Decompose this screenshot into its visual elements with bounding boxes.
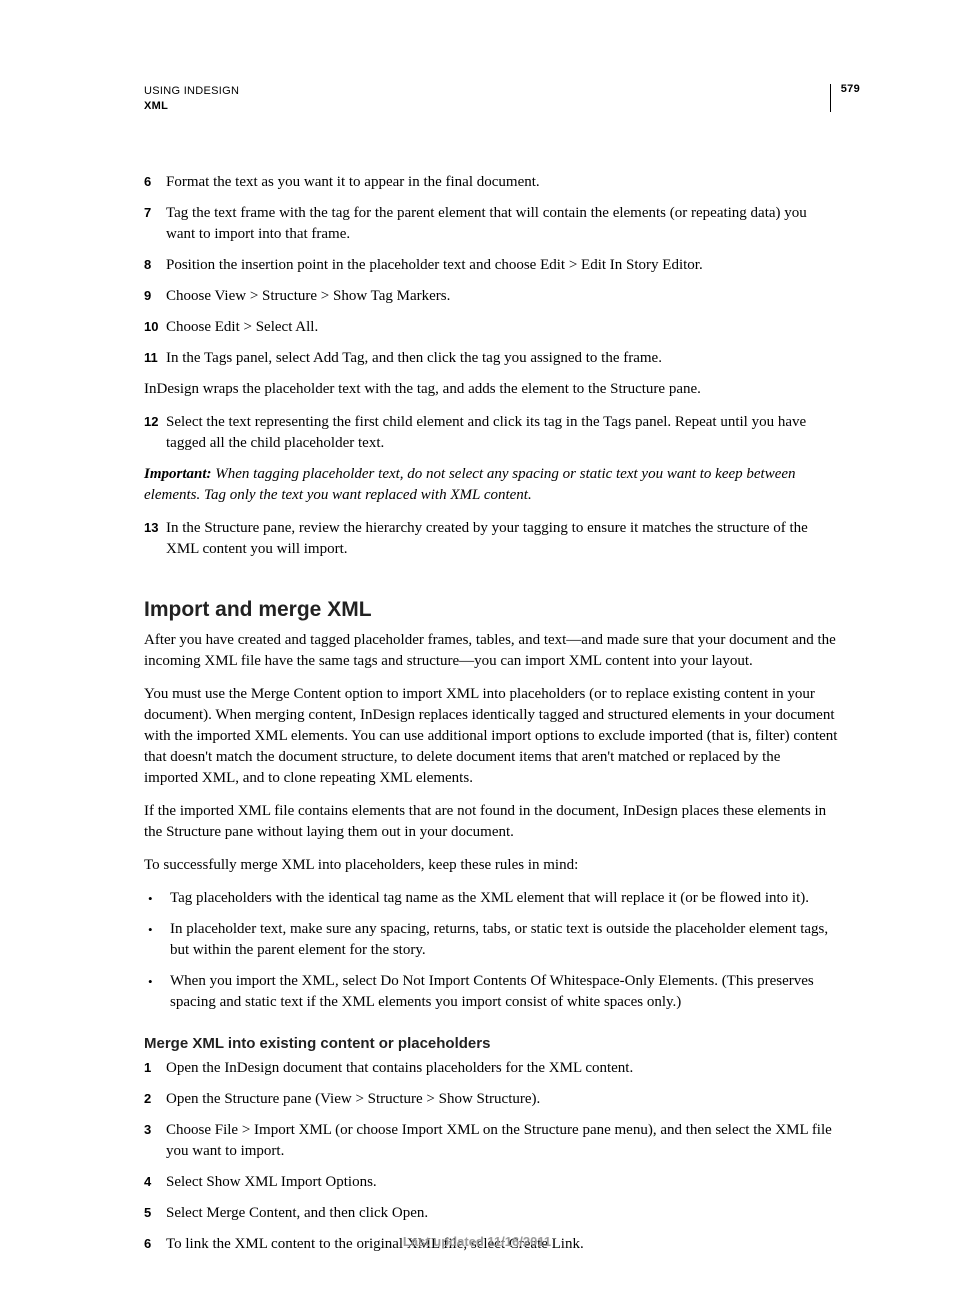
step-item: 10Choose Edit > Select All.: [144, 317, 838, 338]
bullet-icon: •: [144, 888, 170, 909]
step-item: 11In the Tags panel, select Add Tag, and…: [144, 348, 838, 369]
subsection-heading: Merge XML into existing content or place…: [144, 1035, 838, 1052]
body-paragraph: You must use the Merge Content option to…: [144, 684, 838, 789]
running-header: USING INDESIGN XML 579: [144, 84, 838, 114]
body-paragraph: InDesign wraps the placeholder text with…: [144, 379, 838, 400]
step-item: 4Select Show XML Import Options.: [144, 1172, 838, 1193]
note-label: Important:: [144, 466, 212, 482]
body-paragraph: If the imported XML file contains elemen…: [144, 801, 838, 843]
bullet-list: •Tag placeholders with the identical tag…: [144, 888, 838, 1013]
page-number: 579: [830, 84, 860, 112]
step-item: 8Position the insertion point in the pla…: [144, 255, 838, 276]
body-paragraph: After you have created and tagged placeh…: [144, 630, 838, 672]
step-item: 3Choose File > Import XML (or choose Imp…: [144, 1120, 838, 1162]
step-list-c: 13In the Structure pane, review the hier…: [144, 518, 838, 560]
step-item: 1Open the InDesign document that contain…: [144, 1058, 838, 1079]
section-heading: Import and merge XML: [144, 598, 838, 622]
body-paragraph: To successfully merge XML into placehold…: [144, 855, 838, 876]
header-section: XML: [144, 99, 838, 114]
step-list-a: 6Format the text as you want it to appea…: [144, 172, 838, 369]
step-item: 5Select Merge Content, and then click Op…: [144, 1203, 838, 1224]
step-item: 9Choose View > Structure > Show Tag Mark…: [144, 286, 838, 307]
important-note: Important: When tagging placeholder text…: [144, 464, 838, 506]
list-item: •In placeholder text, make sure any spac…: [144, 919, 838, 961]
step-item: 12Select the text representing the first…: [144, 412, 838, 454]
note-text: When tagging placeholder text, do not se…: [144, 466, 796, 503]
step-item: 2Open the Structure pane (View > Structu…: [144, 1089, 838, 1110]
step-item: 6Format the text as you want it to appea…: [144, 172, 838, 193]
bullet-icon: •: [144, 919, 170, 961]
step-list-d: 1Open the InDesign document that contain…: [144, 1058, 838, 1255]
step-item: 13In the Structure pane, review the hier…: [144, 518, 838, 560]
header-title: USING INDESIGN: [144, 84, 838, 99]
bullet-icon: •: [144, 971, 170, 1013]
footer-updated: Last updated 11/16/2011: [0, 1234, 954, 1249]
step-item: 7Tag the text frame with the tag for the…: [144, 203, 838, 245]
list-item: •When you import the XML, select Do Not …: [144, 971, 838, 1013]
list-item: •Tag placeholders with the identical tag…: [144, 888, 838, 909]
step-list-b: 12Select the text representing the first…: [144, 412, 838, 454]
page: USING INDESIGN XML 579 6Format the text …: [0, 0, 954, 1305]
